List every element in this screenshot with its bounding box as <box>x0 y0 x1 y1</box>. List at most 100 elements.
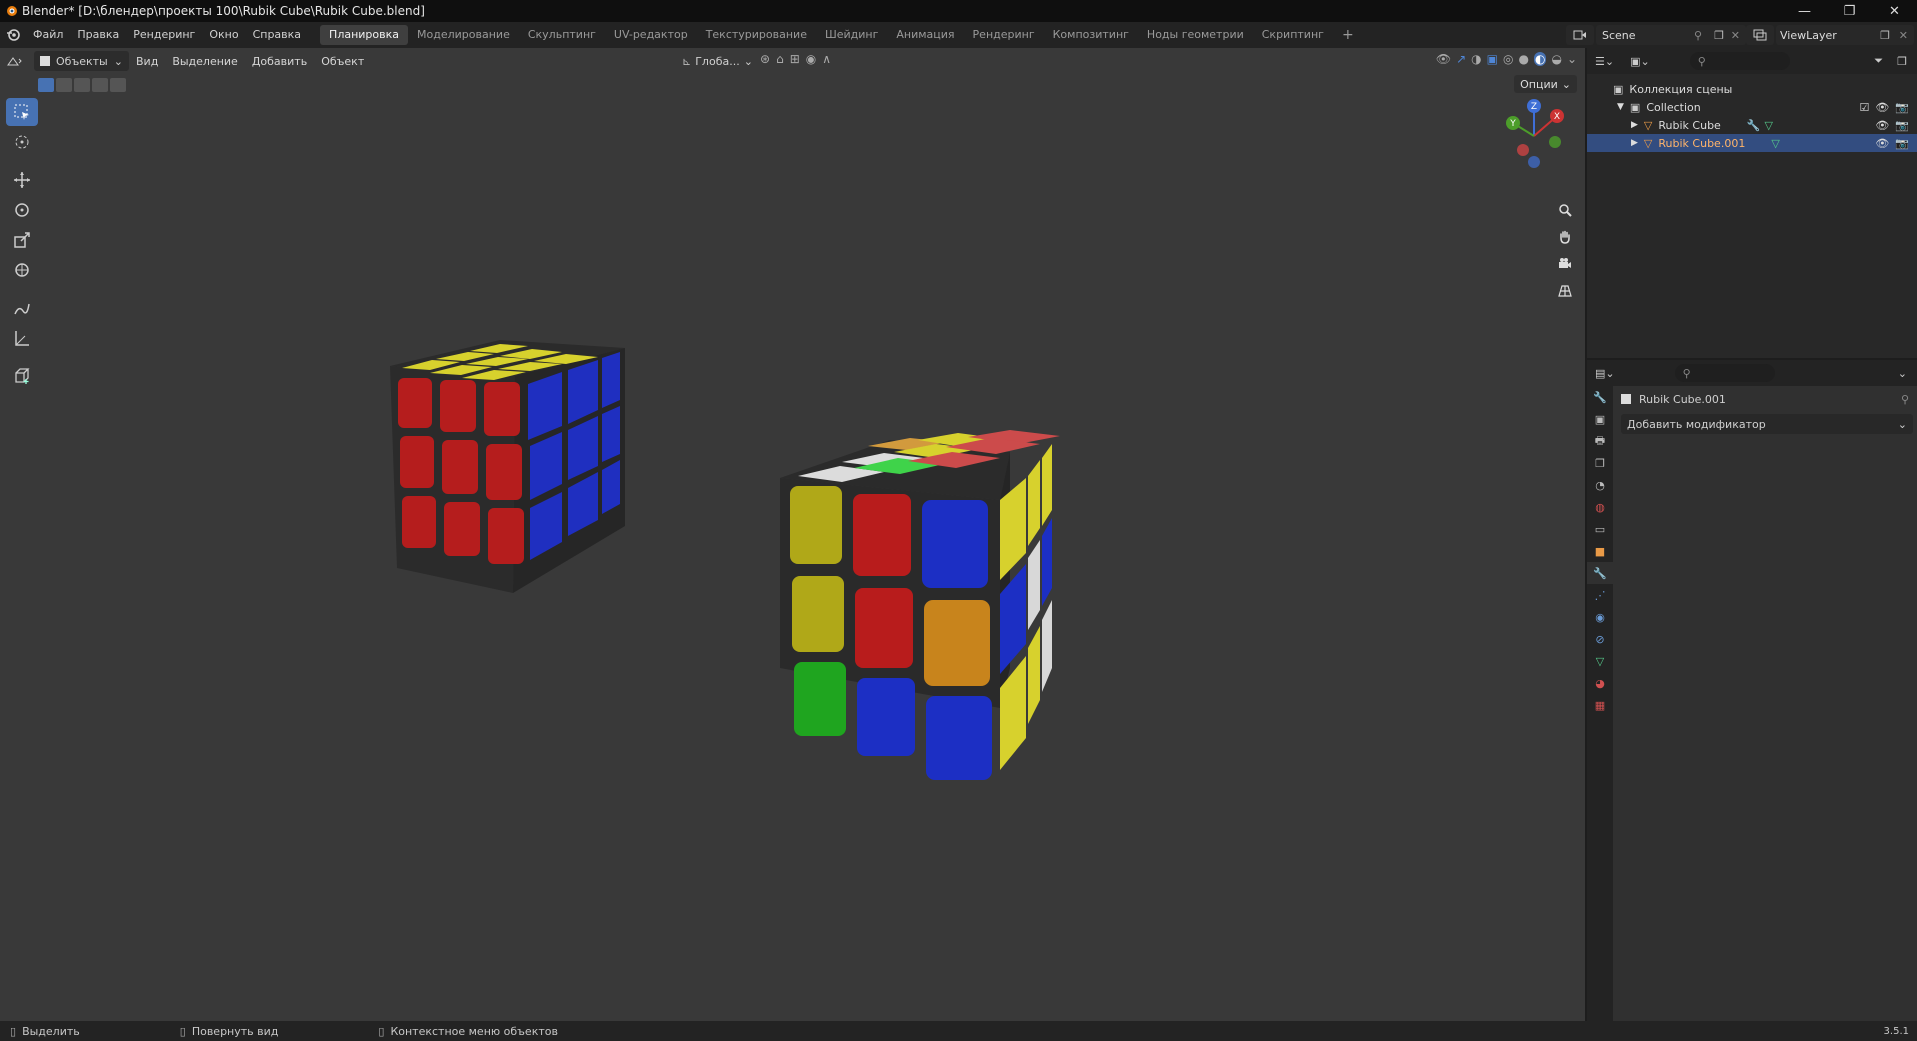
tab-scripting[interactable]: Скриптинг <box>1253 25 1333 45</box>
physics-tab-icon[interactable]: ◉ <box>1587 606 1613 628</box>
properties-tabs: 🔧 ▣ 🖶 ❐ ◔ ◍ ▭ ■ 🔧 ⋰ ◉ ⊘ ▽ ◕ ▦ <box>1587 386 1613 1021</box>
properties-header: ▤⌄ ⚲ ⌄ <box>1587 360 1917 386</box>
filter-icon[interactable]: ⏷ <box>1874 54 1883 68</box>
menu-help[interactable]: Справка <box>246 22 308 48</box>
menu-window[interactable]: Окно <box>202 22 245 48</box>
expand-arrow-icon[interactable]: ▼ <box>1617 102 1624 112</box>
camera-icon[interactable]: 📷 <box>1895 119 1909 132</box>
expand-arrow-icon[interactable]: ▶ <box>1631 120 1638 130</box>
tree-collection[interactable]: ▼ ▣ Collection ☑ 👁 📷 <box>1587 98 1917 116</box>
rubik-cube-left[interactable] <box>390 340 625 593</box>
minimize-button[interactable]: — <box>1782 0 1827 22</box>
scene-render <box>390 340 1060 780</box>
title-bar: Blender* [D:\блендер\проекты 100\Rubik C… <box>0 0 1917 22</box>
properties-search-input[interactable]: ⚲ <box>1674 364 1775 382</box>
particles-tab-icon[interactable]: ⋰ <box>1587 584 1613 606</box>
render-tab-icon[interactable]: ▣ <box>1587 408 1613 430</box>
version-label: 3.5.1 <box>1883 1025 1909 1037</box>
front-face-red <box>398 378 524 564</box>
mouse-right-icon: ▯ <box>378 1024 385 1038</box>
restore-button[interactable]: ❐ <box>1827 0 1872 22</box>
eye-icon[interactable]: 👁 <box>1875 137 1889 150</box>
pin-icon[interactable]: ⚲ <box>1901 393 1909 406</box>
data-tab-icon[interactable]: ▽ <box>1587 650 1613 672</box>
status-context-label: Контекстное меню объектов <box>390 1024 558 1038</box>
mouse-middle-icon: ▯ <box>179 1024 186 1038</box>
properties-editor: ▤⌄ ⚲ ⌄ 🔧 ▣ 🖶 ❐ ◔ ◍ ▭ ■ 🔧 ⋰ ◉ ⊘ ▽ ◕ ▦ Rub… <box>1587 360 1917 1021</box>
status-select: ▯ Выделить <box>10 1025 80 1038</box>
menu-edit[interactable]: Правка <box>70 22 126 48</box>
collection-label: Collection <box>1646 100 1701 114</box>
search-icon: ⚲ <box>1697 54 1706 68</box>
add-modifier-dropdown[interactable]: Добавить модификатор ⌄ <box>1621 414 1913 434</box>
add-workspace-button[interactable]: + <box>1333 25 1363 45</box>
pin-icon[interactable]: ⚲ <box>1694 29 1702 42</box>
blender-menu-icon[interactable] <box>0 28 26 42</box>
object-label: Rubik Cube.001 <box>1658 136 1746 150</box>
rubik-cube-right[interactable] <box>780 430 1060 780</box>
scene-name: Scene <box>1602 28 1636 42</box>
delete-scene-icon[interactable]: ✕ <box>1731 29 1740 42</box>
texture-tab-icon[interactable]: ▦ <box>1587 694 1613 716</box>
view-layer-field[interactable]: ViewLayer ❐ ✕ <box>1776 25 1914 45</box>
outliner-editor-icon[interactable]: ☰⌄ <box>1595 55 1614 68</box>
scene-tab-icon[interactable]: ◔ <box>1587 474 1613 496</box>
modifier-tab-icon[interactable]: 🔧 <box>1587 562 1613 584</box>
collection-tab-icon[interactable]: ▭ <box>1587 518 1613 540</box>
front-face <box>790 486 992 780</box>
top-menu-bar: Файл Правка Рендеринг Окно Справка Плани… <box>0 22 1917 48</box>
outliner-header: ☰⌄ ▣⌄ ⚲ ⏷ ❐ <box>1587 48 1917 74</box>
material-tab-icon[interactable]: ◕ <box>1587 672 1613 694</box>
camera-icon[interactable]: 📷 <box>1895 137 1909 150</box>
eye-icon[interactable]: 👁 <box>1875 119 1889 132</box>
expand-arrow-icon[interactable]: ▶ <box>1631 138 1638 148</box>
checkbox-icon[interactable]: ☑ <box>1859 101 1869 114</box>
menu-render[interactable]: Рендеринг <box>126 22 202 48</box>
tab-modeling[interactable]: Моделирование <box>408 25 519 45</box>
status-rotate-label: Повернуть вид <box>191 1024 279 1038</box>
new-view-layer-icon[interactable]: ❐ <box>1880 29 1890 42</box>
view-layer-icon[interactable] <box>1746 25 1774 45</box>
mesh-object-icon: ▽ <box>1643 118 1653 132</box>
properties-body: Rubik Cube.001 ⚲ Добавить модификатор ⌄ <box>1615 386 1917 1021</box>
delete-view-layer-icon[interactable]: ✕ <box>1899 29 1908 42</box>
window-title: Blender* [D:\блендер\проекты 100\Rubik C… <box>22 4 425 18</box>
new-collection-icon[interactable]: ❐ <box>1897 55 1907 68</box>
tree-scene-collection[interactable]: ▣ Коллекция сцены <box>1587 80 1917 98</box>
search-icon: ⚲ <box>1682 366 1691 380</box>
tab-compositing[interactable]: Композитинг <box>1044 25 1138 45</box>
tree-object-rubik-cube-001[interactable]: ▶ ▽ Rubik Cube.001 ▽ 👁 📷 <box>1587 134 1917 152</box>
close-button[interactable]: ✕ <box>1872 0 1917 22</box>
object-label: Rubik Cube <box>1658 118 1721 132</box>
tab-rendering[interactable]: Рендеринг <box>964 25 1044 45</box>
tree-object-rubik-cube[interactable]: ▶ ▽ Rubik Cube 🔧 ▽ 👁 📷 <box>1587 116 1917 134</box>
tab-geometry-nodes[interactable]: Ноды геометрии <box>1138 25 1253 45</box>
3d-viewport[interactable]: Объекты ⌄ Вид Выделение Добавить Объект … <box>0 48 1585 1021</box>
outliner-search-input[interactable]: ⚲ <box>1689 52 1790 70</box>
view-layer-tab-icon[interactable]: ❐ <box>1587 452 1613 474</box>
tab-sculpting[interactable]: Скульптинг <box>519 25 605 45</box>
tab-shading[interactable]: Шейдинг <box>816 25 887 45</box>
status-bar: ▯ Выделить ▯ Повернуть вид ▯ Контекстное… <box>0 1021 1917 1041</box>
tab-texture-paint[interactable]: Текстурирование <box>697 25 816 45</box>
menu-file[interactable]: Файл <box>26 22 70 48</box>
new-scene-icon[interactable]: ❐ <box>1714 29 1724 42</box>
outliner: ☰⌄ ▣⌄ ⚲ ⏷ ❐ ▣ Коллекция сцены ▼ ▣ Collec… <box>1587 48 1917 358</box>
world-tab-icon[interactable]: ◍ <box>1587 496 1613 518</box>
tab-animation[interactable]: Анимация <box>887 25 963 45</box>
output-tab-icon[interactable]: 🖶 <box>1587 430 1613 452</box>
scene-name-field[interactable]: Scene ⚲ ❐ ✕ <box>1596 25 1746 45</box>
tool-tab-icon[interactable]: 🔧 <box>1587 386 1613 408</box>
display-mode-icon[interactable]: ▣⌄ <box>1630 55 1650 68</box>
object-tab-icon[interactable]: ■ <box>1587 540 1613 562</box>
constraints-tab-icon[interactable]: ⊘ <box>1587 628 1613 650</box>
tab-layout[interactable]: Планировка <box>320 25 409 45</box>
tab-uv-editing[interactable]: UV-редактор <box>605 25 697 45</box>
scene-selector-icon[interactable] <box>1566 25 1594 45</box>
properties-editor-icon[interactable]: ▤⌄ <box>1595 367 1615 380</box>
chevron-down-icon[interactable]: ⌄ <box>1898 367 1907 380</box>
mesh-data-icon: ▽ <box>1764 118 1773 132</box>
eye-icon[interactable]: 👁 <box>1875 101 1889 114</box>
blender-logo-icon <box>0 0 22 22</box>
camera-icon[interactable]: 📷 <box>1895 101 1909 114</box>
